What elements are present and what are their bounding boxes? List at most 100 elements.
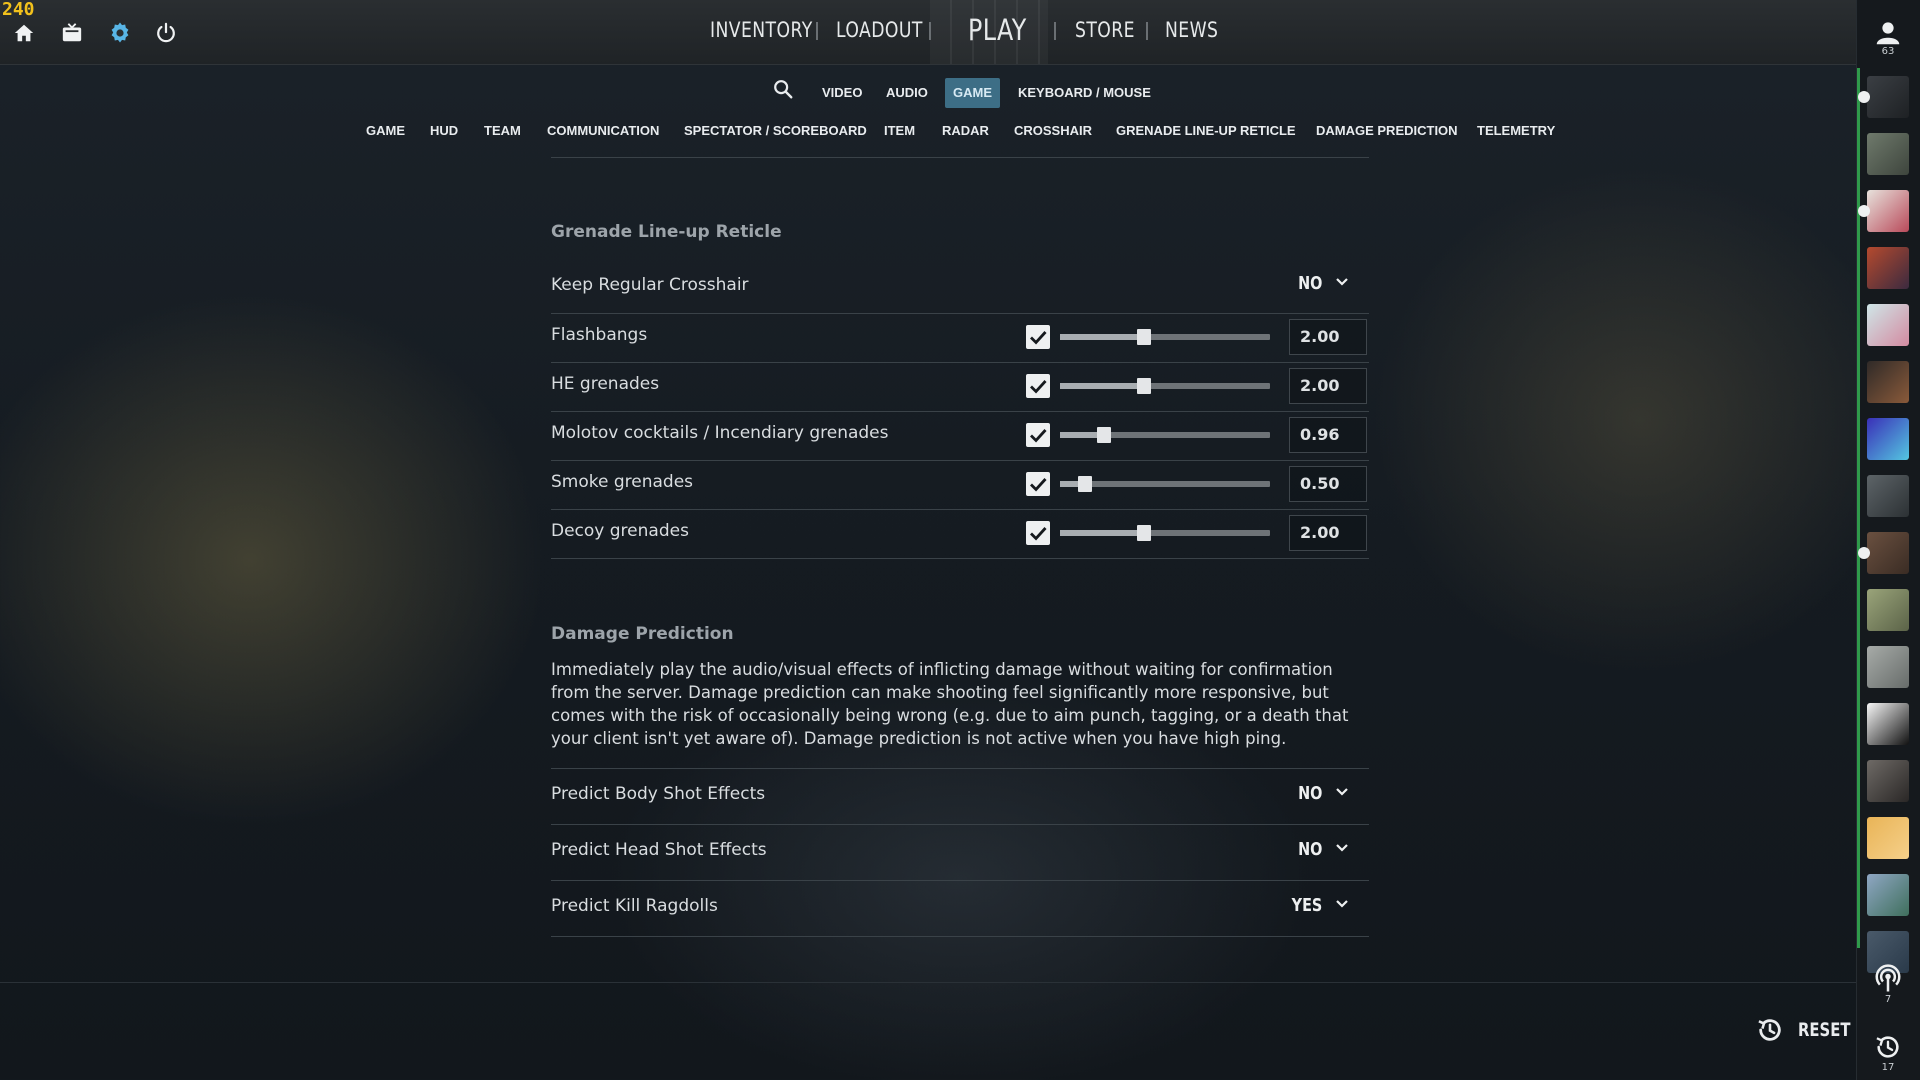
friend-avatar[interactable] — [1867, 133, 1909, 175]
friend-avatar[interactable] — [1867, 76, 1909, 118]
category-crosshair[interactable]: CROSSHAIR — [1014, 123, 1092, 138]
search-icon[interactable] — [772, 78, 794, 104]
keep-crosshair-label: Keep Regular Crosshair — [551, 275, 749, 295]
chevron-down-icon — [1334, 274, 1350, 294]
chevron-down-icon — [1334, 840, 1350, 860]
broadcast-icon[interactable] — [1873, 964, 1903, 998]
nav-inventory[interactable]: INVENTORY — [710, 18, 813, 42]
slider-label: Decoy grenades — [551, 521, 689, 541]
tab-keyboard-mouse[interactable]: KEYBOARD / MOUSE — [1010, 78, 1159, 108]
divider — [551, 880, 1369, 881]
friend-avatar[interactable] — [1867, 532, 1909, 574]
option-label: Predict Head Shot Effects — [551, 840, 767, 860]
nav-loadout[interactable]: LOADOUT — [836, 18, 923, 42]
nav-separator — [816, 22, 818, 40]
checkmark-icon — [1030, 478, 1047, 492]
slider-fill — [1060, 334, 1144, 340]
friend-avatar[interactable] — [1867, 361, 1909, 403]
friend-avatar[interactable] — [1867, 589, 1909, 631]
value-input[interactable]: 2.00 — [1289, 368, 1367, 404]
tab-video[interactable]: VIDEO — [814, 78, 870, 108]
reset-button[interactable]: RESET — [1756, 1016, 1865, 1044]
in-game-indicator-icon — [1858, 91, 1870, 103]
option-label: Predict Body Shot Effects — [551, 784, 766, 804]
category-item[interactable]: ITEM — [884, 123, 915, 138]
enable-checkbox[interactable] — [1026, 423, 1050, 447]
divider — [551, 157, 1369, 158]
friend-avatar[interactable] — [1867, 418, 1909, 460]
slider-thumb[interactable] — [1137, 378, 1151, 394]
option-dropdown[interactable]: NO — [1292, 783, 1350, 804]
value-input[interactable]: 2.00 — [1289, 515, 1367, 551]
slider-thumb[interactable] — [1137, 329, 1151, 345]
friend-avatar[interactable] — [1867, 874, 1909, 916]
footer-divider — [0, 982, 1856, 983]
enable-checkbox[interactable] — [1026, 521, 1050, 545]
divider — [551, 936, 1369, 937]
damage-description: Immediately play the audio/visual effect… — [551, 660, 1349, 748]
category-damage-prediction[interactable]: DAMAGE PREDICTION — [1316, 123, 1458, 138]
category-spectator-scoreboard[interactable]: SPECTATOR / SCOREBOARD — [684, 123, 867, 138]
category-game[interactable]: GAME — [366, 123, 405, 138]
enable-checkbox[interactable] — [1026, 472, 1050, 496]
nav-news[interactable]: NEWS — [1165, 18, 1218, 42]
friend-avatar[interactable] — [1867, 304, 1909, 346]
dropdown-value: NO — [1297, 273, 1322, 294]
divider — [551, 768, 1369, 769]
value-input[interactable]: 2.00 — [1289, 319, 1367, 355]
tab-audio[interactable]: AUDIO — [878, 78, 936, 108]
nav-play[interactable]: PLAY — [968, 13, 1027, 47]
friend-avatar[interactable] — [1867, 475, 1909, 517]
broadcast-count: 7 — [1884, 994, 1892, 1005]
slider-thumb[interactable] — [1137, 525, 1151, 541]
friend-avatar[interactable] — [1867, 646, 1909, 688]
checkmark-icon — [1030, 331, 1047, 345]
category-hud[interactable]: HUD — [430, 123, 458, 138]
category-telemetry[interactable]: TELEMETRY — [1477, 123, 1555, 138]
friend-avatar[interactable] — [1867, 817, 1909, 859]
slider-label: Smoke grenades — [551, 472, 694, 492]
history-icon — [1758, 1019, 1781, 1041]
slider-track[interactable] — [1060, 378, 1270, 394]
slider-track[interactable] — [1060, 476, 1270, 492]
slider-thumb[interactable] — [1078, 476, 1093, 492]
slider-track[interactable] — [1060, 427, 1270, 443]
friend-avatar[interactable] — [1867, 760, 1909, 802]
checkmark-icon — [1030, 380, 1047, 394]
option-dropdown[interactable]: NO — [1292, 839, 1350, 860]
option-dropdown[interactable]: YES — [1284, 895, 1350, 916]
nav-separator — [1146, 22, 1148, 40]
value-input[interactable]: 0.50 — [1289, 466, 1367, 502]
enable-checkbox[interactable] — [1026, 374, 1050, 398]
slider-label: Flashbangs — [551, 325, 648, 345]
history-icon[interactable] — [1874, 1033, 1902, 1065]
nav-store[interactable]: STORE — [1075, 18, 1135, 42]
slider-track[interactable] — [1060, 525, 1270, 541]
friend-avatar[interactable] — [1867, 703, 1909, 745]
friend-avatar[interactable] — [1867, 190, 1909, 232]
divider — [551, 313, 1369, 314]
keep-crosshair-dropdown[interactable]: NO — [1292, 273, 1350, 294]
category-grenade-lineup-reticle[interactable]: GRENADE LINE-UP RETICLE — [1116, 123, 1296, 138]
chevron-down-icon — [1334, 896, 1350, 916]
value-input[interactable]: 0.96 — [1289, 417, 1367, 453]
checkmark-icon — [1030, 429, 1047, 443]
category-communication[interactable]: COMMUNICATION — [547, 123, 659, 138]
checkmark-icon — [1030, 527, 1047, 541]
slider-track[interactable] — [1060, 329, 1270, 345]
enable-checkbox[interactable] — [1026, 325, 1050, 349]
category-radar[interactable]: RADAR — [942, 123, 989, 138]
category-team[interactable]: TEAM — [484, 123, 521, 138]
slider-thumb[interactable] — [1097, 427, 1112, 443]
nav-separator — [929, 22, 931, 40]
main-nav: INVENTORY LOADOUT PLAY STORE NEWS — [0, 0, 1856, 64]
friends-list — [1856, 64, 1920, 973]
reset-label: RESET — [1798, 1019, 1851, 1041]
section-title-grenade: Grenade Line-up Reticle — [551, 222, 782, 242]
dropdown-value: NO — [1297, 783, 1322, 804]
friend-avatar[interactable] — [1867, 247, 1909, 289]
nav-separator — [1054, 22, 1056, 40]
in-game-indicator-icon — [1858, 205, 1870, 217]
chevron-down-icon — [1334, 784, 1350, 804]
tab-game[interactable]: GAME — [945, 78, 1000, 108]
